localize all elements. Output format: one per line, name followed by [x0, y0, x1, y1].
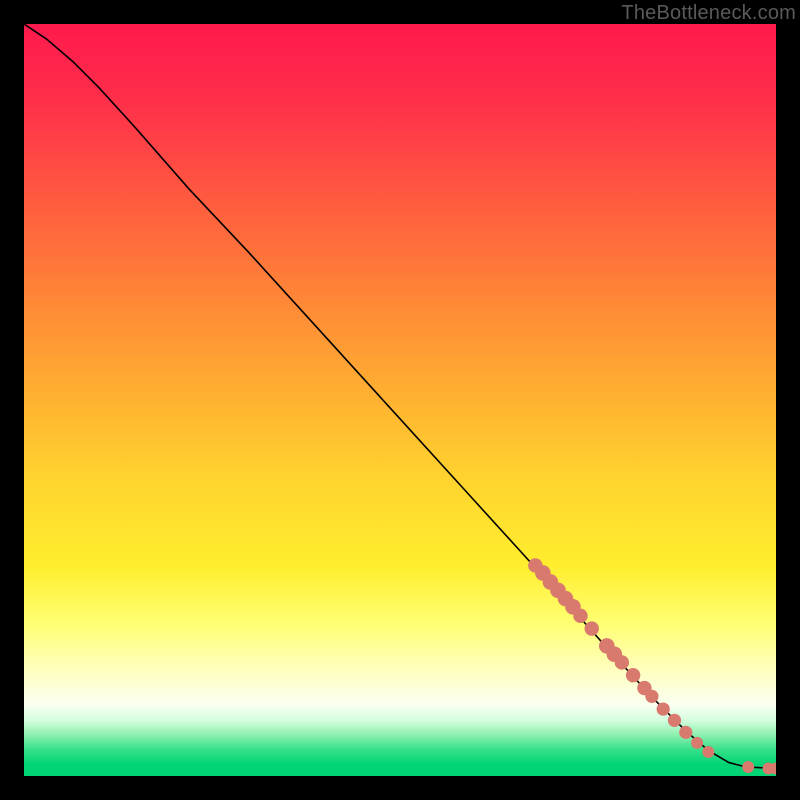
scatter-point — [657, 702, 670, 715]
scatter-point — [615, 655, 629, 669]
scatter-point — [573, 609, 587, 623]
scatter-point — [626, 668, 640, 682]
scatter-point — [645, 690, 658, 703]
gradient-background — [24, 24, 776, 776]
scatter-point — [702, 746, 714, 758]
attribution-text: TheBottleneck.com — [621, 2, 796, 25]
gradient-plot — [24, 24, 776, 776]
scatter-point — [742, 761, 754, 773]
scatter-point — [679, 726, 692, 739]
scatter-point — [668, 714, 681, 727]
plot-area — [24, 24, 776, 776]
scatter-point — [585, 621, 599, 635]
scatter-point — [691, 737, 703, 749]
chart-canvas: TheBottleneck.com — [0, 0, 800, 800]
